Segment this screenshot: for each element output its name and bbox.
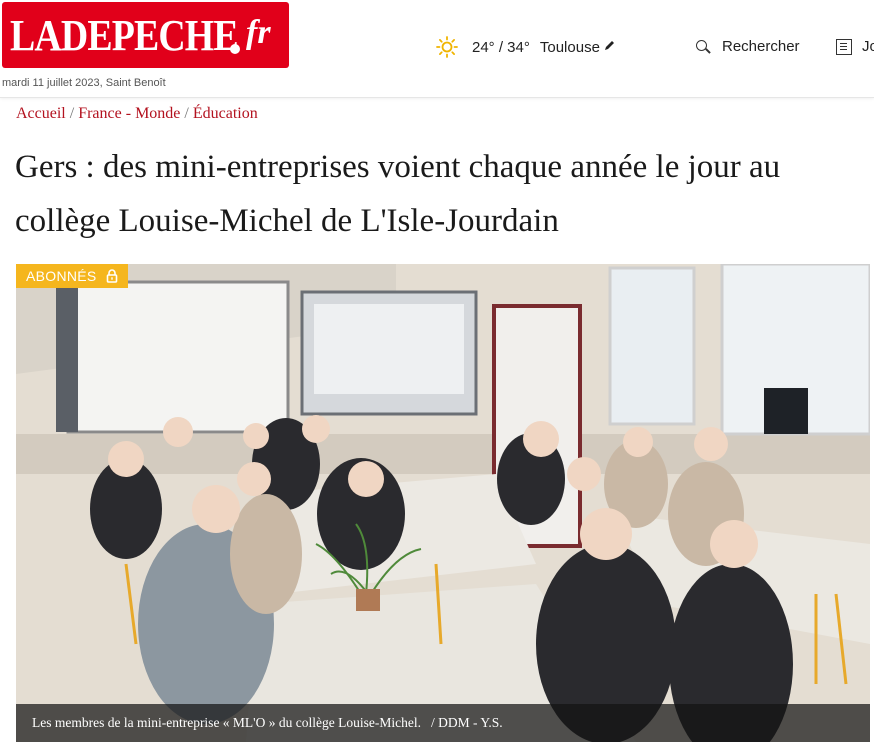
classroom-photo — [16, 264, 870, 742]
breadcrumb-separator: / — [184, 105, 189, 122]
weather-city[interactable]: Toulouse — [540, 39, 600, 56]
site-logo[interactable]: LADEPECHE fr — [2, 2, 289, 68]
photo-caption: Les membres de la mini-entreprise « ML'O… — [16, 704, 870, 742]
lock-icon — [105, 269, 119, 283]
breadcrumb-home[interactable]: Accueil — [16, 105, 66, 122]
dateline: mardi 11 juillet 2023, Saint Benoît — [2, 77, 166, 89]
logo-dot — [230, 44, 240, 54]
weather-temps: 24° / 34° — [472, 38, 530, 56]
subscriber-badge-label: ABONNÉS — [26, 268, 97, 284]
article-photo[interactable] — [16, 264, 870, 742]
breadcrumb-education[interactable]: Éducation — [193, 105, 258, 122]
search-button[interactable]: Rechercher — [696, 38, 800, 55]
logo-suffix: fr — [246, 14, 271, 51]
journal-label: Jo — [862, 38, 874, 55]
photo-credit: / DDM - Y.S. — [430, 715, 503, 730]
pencil-icon[interactable] — [604, 40, 615, 54]
breadcrumb: Accueil / France - Monde / Éducation — [16, 105, 258, 123]
subscriber-badge: ABONNÉS — [16, 264, 128, 288]
search-icon — [696, 39, 711, 54]
sun-icon — [436, 36, 458, 58]
journal-button[interactable]: Jo — [836, 38, 874, 55]
newspaper-icon — [836, 38, 852, 55]
search-label: Rechercher — [722, 38, 800, 55]
site-header: LADEPECHE fr mardi 11 juillet 2023, Sain… — [0, 0, 874, 98]
article-title: Gers : des mini-entreprises voient chaqu… — [15, 149, 781, 239]
photo-caption-text: Les membres de la mini-entreprise « ML'O… — [32, 715, 421, 730]
logo-text: LADEPECHE — [10, 10, 239, 60]
breadcrumb-separator: / — [69, 105, 75, 122]
weather-widget[interactable]: 24° / 34° Toulouse — [436, 36, 615, 58]
breadcrumb-france-monde[interactable]: France - Monde — [78, 105, 180, 122]
